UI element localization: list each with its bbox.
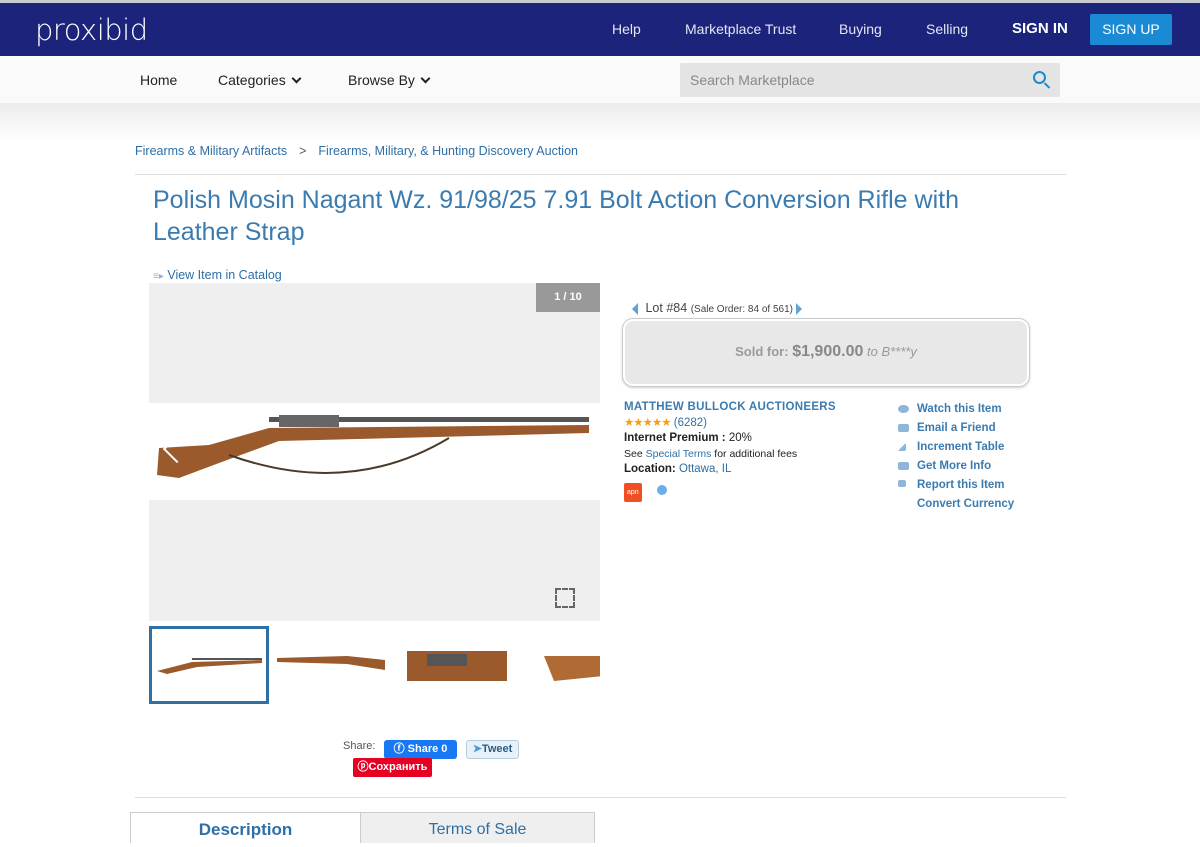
increment-table-link[interactable]: Increment Table bbox=[896, 438, 1014, 457]
breadcrumb-separator: > bbox=[299, 144, 307, 158]
chevron-down-icon bbox=[420, 73, 431, 84]
top-nav: proxibid Help Marketplace Trust Buying S… bbox=[0, 3, 1200, 56]
breadcrumb: Firearms & Military Artifacts > Firearms, … bbox=[135, 144, 578, 158]
seller-info: MATTHEW BULLOCK AUCTIONEERS ★★★★★ (6282)… bbox=[624, 400, 836, 502]
facebook-share-button[interactable]: ⓕ Share 0 bbox=[384, 740, 457, 759]
image-counter: 1 / 10 bbox=[536, 283, 600, 312]
thumbnail-strip bbox=[149, 626, 600, 704]
header-shadow bbox=[0, 103, 1200, 143]
page-title: Polish Mosin Nagant Wz. 91/98/25 7.91 Bo… bbox=[153, 186, 959, 246]
nav-help[interactable]: Help bbox=[612, 21, 641, 37]
see-text: See bbox=[624, 447, 643, 460]
report-item-link[interactable]: Report this Item bbox=[896, 476, 1014, 495]
lot-number: Lot #84 bbox=[645, 301, 688, 315]
sign-in-link[interactable]: SIGN IN bbox=[1012, 20, 1068, 37]
tweet-label: Tweet bbox=[481, 743, 513, 755]
watch-item-link[interactable]: Watch this Item bbox=[896, 400, 1014, 419]
apn-badge-icon: apn bbox=[624, 482, 642, 502]
pinterest-save-button[interactable]: ⓟСохранить bbox=[353, 758, 432, 777]
thumbnail[interactable] bbox=[277, 626, 397, 704]
chart-icon bbox=[898, 443, 906, 451]
premium-label: Internet Premium : bbox=[624, 432, 726, 444]
item-actions: Watch this Item Email a Friend Increment… bbox=[896, 400, 1014, 514]
special-terms-link[interactable]: Special Terms bbox=[646, 448, 712, 460]
share-label: Share: bbox=[343, 740, 376, 752]
action-label: Convert Currency bbox=[917, 498, 1015, 510]
nav-home[interactable]: Home bbox=[140, 72, 177, 88]
pinterest-label: Сохранить bbox=[368, 761, 428, 773]
sale-order: (Sale Order: 84 of 561) bbox=[690, 304, 793, 315]
divider bbox=[135, 797, 1066, 798]
nav-browse-by[interactable]: Browse By bbox=[348, 72, 431, 88]
facebook-label: Share 0 bbox=[407, 743, 448, 755]
action-label: Increment Table bbox=[917, 441, 1005, 453]
thumbnail[interactable] bbox=[534, 626, 600, 704]
convert-currency-link[interactable]: Convert Currency bbox=[896, 495, 1014, 514]
next-lot-icon[interactable] bbox=[796, 302, 808, 315]
sold-box: Sold for: $1,900.00 to B****y bbox=[622, 318, 1030, 387]
flag-icon bbox=[898, 480, 906, 487]
rifle-image bbox=[157, 415, 589, 478]
rating-stars: ★★★★★ bbox=[624, 416, 672, 429]
envelope-icon bbox=[898, 424, 909, 432]
twitter-icon: ➤ bbox=[472, 743, 482, 755]
get-more-info-link[interactable]: Get More Info bbox=[896, 457, 1014, 476]
location-label: Location: bbox=[624, 463, 676, 475]
fees-text: for additional fees bbox=[714, 447, 798, 460]
fullscreen-icon[interactable] bbox=[555, 588, 575, 608]
action-label: Watch this Item bbox=[917, 403, 1002, 415]
sign-up-button[interactable]: SIGN UP bbox=[1090, 14, 1172, 45]
browse-label: Browse By bbox=[348, 72, 415, 88]
categories-label: Categories bbox=[218, 72, 286, 88]
action-label: Email a Friend bbox=[917, 422, 996, 434]
envelope-icon bbox=[898, 462, 909, 470]
search-input[interactable]: Search Marketplace bbox=[680, 63, 1060, 97]
pinterest-icon: ⓟ bbox=[357, 761, 369, 773]
nav-buying[interactable]: Buying bbox=[839, 21, 882, 37]
prev-lot-icon[interactable] bbox=[626, 302, 638, 315]
eye-icon bbox=[898, 405, 909, 413]
sub-nav: Home Categories Browse By Search Marketp… bbox=[0, 56, 1200, 103]
nav-categories[interactable]: Categories bbox=[218, 72, 302, 88]
action-label: Report this Item bbox=[917, 479, 1005, 491]
rating-count[interactable]: (6282) bbox=[674, 417, 707, 429]
tab-terms-of-sale[interactable]: Terms of Sale bbox=[360, 812, 595, 843]
tab-description[interactable]: Description bbox=[130, 812, 361, 843]
seller-name[interactable]: MATTHEW BULLOCK AUCTIONEERS bbox=[624, 400, 836, 416]
main-image[interactable] bbox=[149, 403, 600, 500]
lot-info: Lot #84 (Sale Order: 84 of 561) bbox=[626, 301, 808, 315]
breadcrumb-auction[interactable]: Firearms, Military, & Hunting Discovery … bbox=[318, 144, 578, 158]
search-placeholder: Search Marketplace bbox=[690, 72, 815, 88]
breadcrumb-category[interactable]: Firearms & Military Artifacts bbox=[135, 144, 287, 158]
premium-value: 20% bbox=[728, 432, 752, 444]
tweet-button[interactable]: ➤Tweet bbox=[466, 740, 519, 759]
list-icon: ≡▸ bbox=[153, 271, 164, 282]
sold-to: to B****y bbox=[867, 344, 917, 359]
action-label: Get More Info bbox=[917, 460, 992, 472]
nav-selling[interactable]: Selling bbox=[926, 21, 968, 37]
facebook-icon: ⓕ bbox=[393, 743, 405, 755]
sold-label: Sold for: bbox=[735, 344, 789, 359]
proxibid-logo[interactable]: proxibid bbox=[35, 13, 148, 47]
search-icon[interactable] bbox=[1033, 71, 1046, 84]
email-friend-link[interactable]: Email a Friend bbox=[896, 419, 1014, 438]
location-value[interactable]: Ottawa, IL bbox=[679, 463, 731, 475]
chevron-down-icon bbox=[291, 73, 302, 84]
thumbnail[interactable] bbox=[407, 626, 527, 704]
smiley-icon bbox=[656, 485, 667, 496]
view-catalog-label: View Item in Catalog bbox=[167, 268, 282, 282]
sold-amount: $1,900.00 bbox=[792, 343, 864, 360]
divider bbox=[135, 174, 1066, 175]
image-gallery: 1 / 10 bbox=[149, 283, 600, 621]
view-catalog-link[interactable]: ≡▸ View Item in Catalog bbox=[153, 268, 282, 282]
nav-marketplace-trust[interactable]: Marketplace Trust bbox=[685, 21, 796, 37]
thumbnail[interactable] bbox=[149, 626, 269, 704]
